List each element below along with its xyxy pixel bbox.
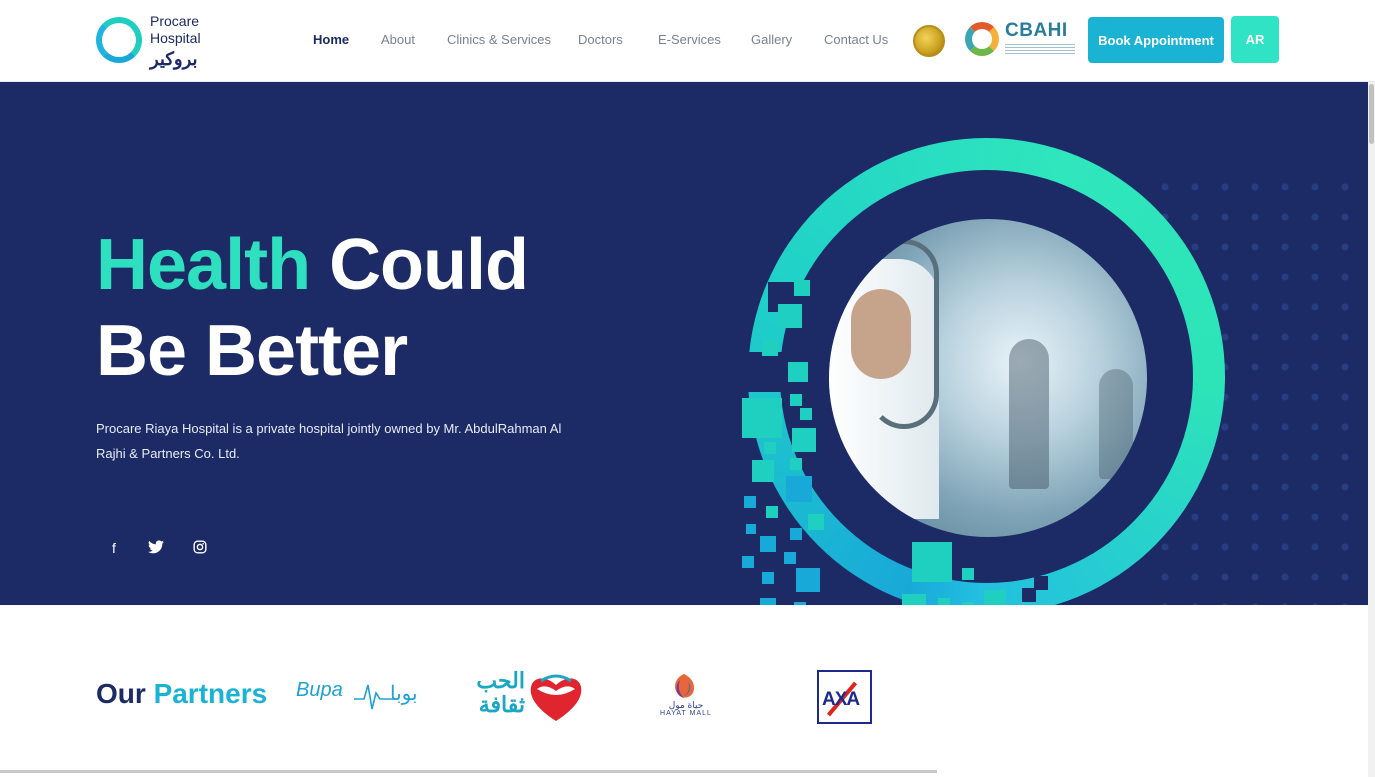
partners-title-a: Our (96, 678, 146, 709)
cbahi-subtitle (1005, 44, 1075, 54)
axa-logo-text: AXA (822, 689, 860, 710)
pixel-square (764, 442, 776, 454)
pixel-square (788, 362, 808, 382)
pixel-square (760, 536, 776, 552)
pixel-square (1034, 576, 1048, 590)
hayat-mall-logo[interactable]: حياة مول HAYAT MALL (656, 670, 716, 728)
partners-title: Our Partners (96, 678, 267, 710)
logo-arabic: بروكير (150, 49, 198, 69)
logo-ring-icon (96, 17, 142, 63)
cbahi-mark-icon (965, 22, 999, 56)
hero-section: Health Could Be Better Procare Riaya Hos… (0, 82, 1368, 605)
hob-line2: ثقافة (478, 692, 525, 717)
hob-thaqafa-logo[interactable]: الحب ثقافة (463, 667, 585, 727)
pixel-square (794, 280, 810, 296)
pixel-square (786, 476, 812, 502)
doctor-hallway-image (829, 219, 1147, 537)
cbahi-logo: CBAHI (965, 20, 1077, 60)
axa-logo[interactable]: AXA (817, 670, 872, 724)
partners-section: Our Partners Bupa بوبا الحب ثقافة حياة م… (0, 605, 1368, 770)
hayat-mall-text: HAYAT MALL (660, 710, 712, 717)
nav-home[interactable]: Home (313, 32, 349, 47)
pixel-square (808, 514, 824, 530)
pixel-square (778, 304, 802, 328)
nav-e-services[interactable]: E-Services (658, 32, 721, 47)
book-appointment-button[interactable]: Book Appointment (1088, 17, 1224, 63)
hob-thaqafa-text: الحب ثقافة (463, 669, 525, 717)
hero-title-rest: Could (329, 225, 529, 305)
logo-text: Procare Hospital (150, 13, 201, 47)
nav-clinics-services[interactable]: Clinics & Services (447, 32, 551, 47)
pixel-square (790, 458, 802, 470)
hero-title: Health Could Be Better (96, 222, 529, 394)
pixel-square (760, 598, 776, 605)
pixel-square (984, 590, 1006, 605)
twitter-icon[interactable] (146, 540, 166, 558)
heart-icon (530, 674, 582, 721)
twitter-bird-icon (148, 540, 164, 554)
stethoscope-icon (869, 239, 939, 429)
nav-about[interactable]: About (381, 32, 415, 47)
logo-line1: Procare (150, 13, 200, 29)
pixel-square (746, 524, 756, 534)
pixel-square (742, 556, 754, 568)
site-header: Procare Hospital بروكير Home About Clini… (0, 0, 1375, 82)
pixel-square (784, 552, 796, 564)
pixel-square (766, 506, 778, 518)
language-ar-button[interactable]: AR (1231, 16, 1279, 63)
horizontal-scrollbar[interactable] (0, 770, 937, 773)
photo-blur-figure (1009, 339, 1049, 489)
pixel-square (748, 352, 788, 392)
pixel-square (792, 428, 816, 452)
partners-title-b: Partners (153, 678, 268, 709)
photo-blur-figure-2 (1099, 369, 1133, 479)
pixel-square (762, 340, 778, 356)
vertical-scrollbar-thumb[interactable] (1369, 84, 1374, 144)
procare-logo[interactable]: Procare Hospital بروكير (96, 12, 226, 70)
bupa-logo-text: Bupa (296, 679, 343, 701)
pixel-square (902, 594, 926, 605)
bupa-logo[interactable]: Bupa بوبا (296, 675, 436, 715)
nav-contact-us[interactable]: Contact Us (824, 32, 888, 47)
facebook-icon[interactable]: f (104, 540, 124, 558)
hero-description: Procare Riaya Hospital is a private hosp… (96, 421, 562, 461)
hero-title-line2: Be Better (96, 311, 408, 391)
pixel-square (762, 572, 774, 584)
pixel-square (796, 568, 820, 592)
pixel-square (1022, 588, 1036, 602)
bupa-logo-arabic: بوبا (390, 683, 418, 705)
pixel-square (790, 528, 802, 540)
nav-gallery[interactable]: Gallery (751, 32, 792, 47)
pixel-square (744, 496, 756, 508)
pixel-square (938, 598, 950, 605)
pixel-square (742, 398, 782, 438)
vertical-scrollbar[interactable] (1368, 82, 1375, 777)
gold-seal-icon (913, 25, 945, 57)
pixel-square (752, 460, 774, 482)
pixel-square (800, 408, 812, 420)
svg-text:حياة مول: حياة مول (669, 701, 704, 710)
pixel-square (790, 394, 802, 406)
hob-line1: الحب (476, 668, 525, 693)
nav-doctors[interactable]: Doctors (578, 32, 623, 47)
cbahi-text: CBAHI (1005, 20, 1068, 41)
pixel-square (912, 542, 952, 582)
pixel-square (1010, 560, 1026, 576)
logo-line2: Hospital (150, 30, 201, 46)
instagram-glyph-icon (193, 540, 207, 554)
hero-title-accent: Health (96, 225, 311, 305)
pixel-square (962, 568, 974, 580)
hayat-mall-mark-icon: حياة مول (669, 674, 704, 711)
instagram-icon[interactable] (190, 540, 210, 558)
